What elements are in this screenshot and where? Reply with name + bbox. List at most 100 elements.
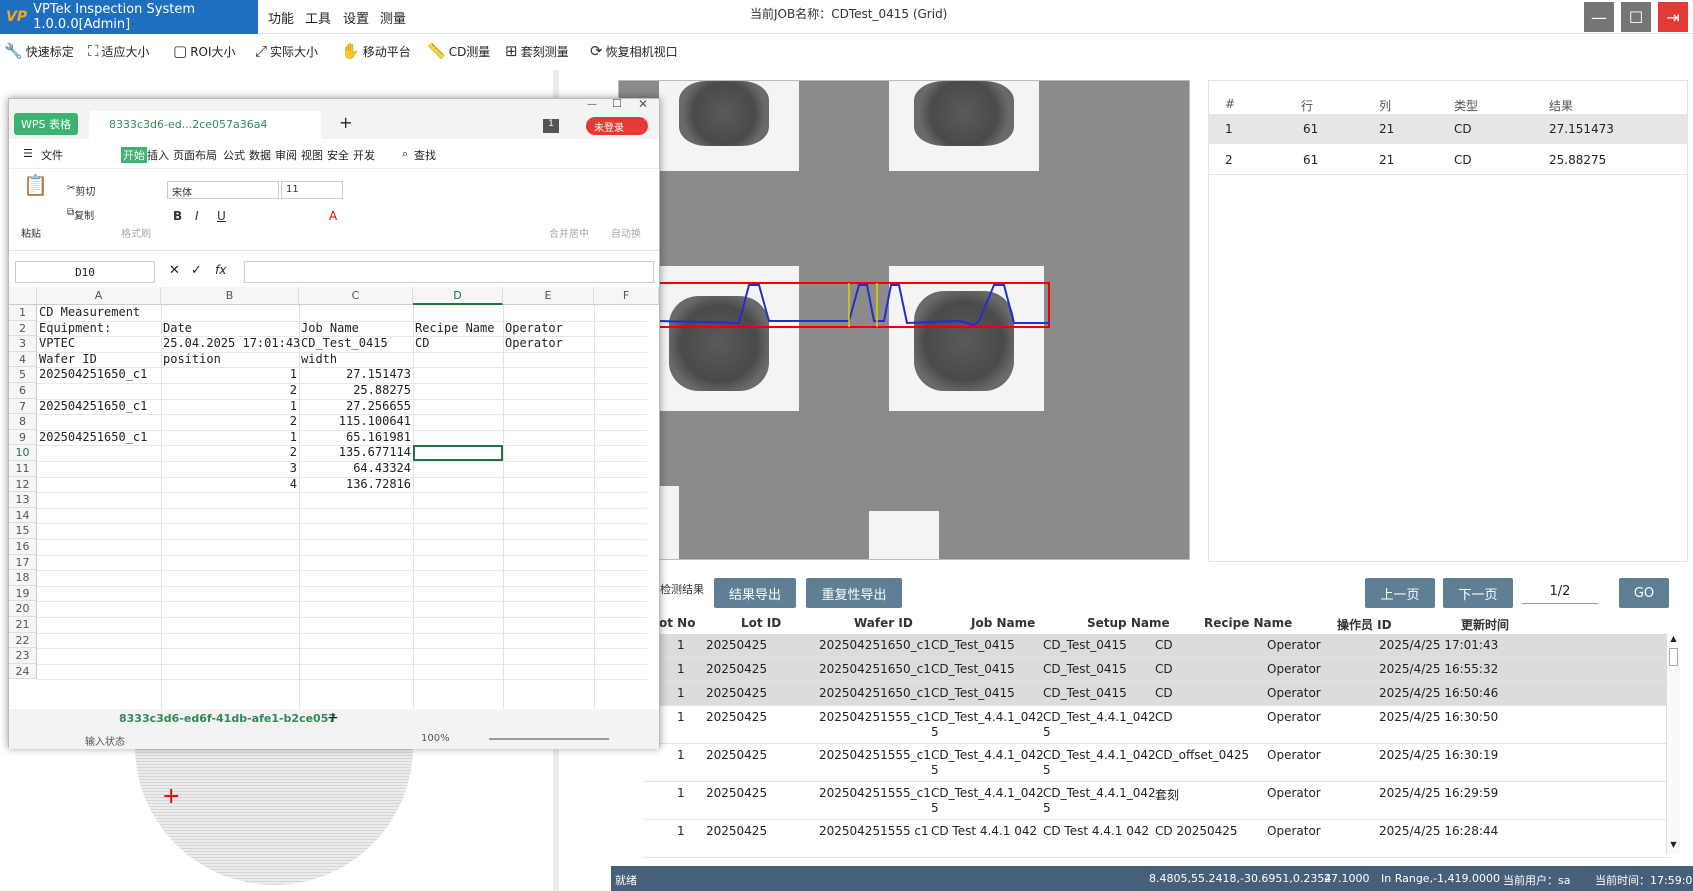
wps-spreadsheet-window[interactable]: WPS 表格 8333c3d6-ed...2ce057a36a4 + 1 未登录… <box>8 97 660 749</box>
row-header[interactable]: 10 <box>9 445 37 461</box>
italic-icon[interactable]: I <box>195 209 199 223</box>
paste-label[interactable]: 粘贴 <box>21 225 41 240</box>
cell[interactable]: 202504251650_c1 <box>37 399 149 415</box>
cell[interactable]: 2 <box>161 414 299 430</box>
search-label[interactable]: 查找 <box>414 147 436 163</box>
column-header[interactable]: B <box>161 287 299 305</box>
cell[interactable]: 136.72816 <box>299 477 413 493</box>
cell[interactable]: Job Name <box>299 321 361 337</box>
cell[interactable]: 27.151473 <box>299 367 413 383</box>
row-header[interactable]: 6 <box>9 383 37 399</box>
cell[interactable]: 4 <box>161 477 299 493</box>
cell[interactable]: 1 <box>161 430 299 446</box>
scroll-thumb[interactable] <box>1669 648 1678 666</box>
zoom-slider[interactable] <box>489 738 609 740</box>
menu-formula[interactable]: 公式 <box>223 147 245 163</box>
cell[interactable] <box>503 399 507 415</box>
zoom-level[interactable]: 100% <box>421 733 450 744</box>
go-button[interactable]: GO <box>1619 578 1669 608</box>
cell[interactable]: 2 <box>161 383 299 399</box>
cell[interactable] <box>503 477 507 493</box>
cell[interactable] <box>37 414 41 430</box>
actual-size-button[interactable]: ⤢ 实际大小 <box>255 42 318 60</box>
table-row[interactable]: 1 20250425 202504251555 c1 CD Test 4.4.1 04… <box>643 820 1670 858</box>
search-icon[interactable]: ⌕ <box>402 147 408 161</box>
cell[interactable] <box>503 352 507 368</box>
column-header[interactable]: F <box>594 287 659 305</box>
cd-measure-button[interactable]: 📏 CD测量 <box>427 42 490 60</box>
cell[interactable]: Operator <box>503 321 565 337</box>
menu-view[interactable]: 视图 <box>301 147 323 163</box>
cell[interactable]: 3 <box>161 461 299 477</box>
row-header[interactable]: 7 <box>9 398 37 415</box>
row-header[interactable]: 11 <box>9 461 37 477</box>
cell[interactable] <box>413 477 417 493</box>
cell[interactable]: 25.04.2025 17:01:43 <box>161 336 302 352</box>
copy-button[interactable]: ⧉ 复制 <box>67 207 94 222</box>
table-row[interactable]: 1 61 21 CD 27.151473 <box>1209 114 1687 144</box>
row-header[interactable]: 13 <box>9 492 37 508</box>
table-row[interactable]: 1 20250425 202504251650_c1 CD_Test_0415 CD_T… <box>643 682 1670 706</box>
font-select[interactable]: 宋体 <box>167 181 279 199</box>
row-header[interactable]: 3 <box>9 336 37 352</box>
row-header[interactable]: 22 <box>9 632 37 649</box>
paste-icon[interactable]: 📋 <box>23 173 48 197</box>
font-color-icon[interactable]: A <box>329 209 337 223</box>
camera-image[interactable] <box>618 80 1190 560</box>
row-header[interactable]: 24 <box>9 663 37 680</box>
cell[interactable] <box>503 305 507 321</box>
font-size-select[interactable]: 11 <box>281 181 343 199</box>
menu-review[interactable]: 审阅 <box>275 147 297 163</box>
wps-file-tab[interactable]: 8333c3d6-ed...2ce057a36a4 <box>89 111 321 139</box>
roi-size-button[interactable]: ▢ ROI大小 <box>173 42 236 60</box>
menu-insert[interactable]: 插入 <box>147 147 169 163</box>
spreadsheet-grid[interactable]: A B C D E F 1 CD Measurement 2 Equipment: Date Job … <box>9 287 659 709</box>
cell[interactable] <box>413 399 417 415</box>
cell[interactable] <box>413 430 417 446</box>
row-header[interactable]: 1 <box>9 305 37 321</box>
cell[interactable] <box>503 414 507 430</box>
cancel-icon[interactable]: ✕ <box>169 263 180 278</box>
selected-cell[interactable] <box>413 445 503 461</box>
menu-data[interactable]: 数据 <box>249 147 271 163</box>
row-header[interactable]: 4 <box>9 351 37 368</box>
menu-settings[interactable]: 设置 <box>343 8 369 27</box>
wrap-text-label[interactable]: 自动换 <box>611 225 641 240</box>
menu-file[interactable]: 文件 <box>41 147 63 163</box>
cell[interactable] <box>503 461 507 477</box>
format-painter-label[interactable]: 格式刷 <box>121 225 151 240</box>
table-row[interactable]: 1 20250425 202504251650_c1 CD_Test_0415 CD_T… <box>643 658 1670 682</box>
column-header[interactable]: E <box>503 287 594 305</box>
cell[interactable] <box>161 305 165 321</box>
row-header[interactable]: 16 <box>9 539 37 555</box>
cell[interactable]: 25.88275 <box>299 383 413 399</box>
row-header[interactable]: 8 <box>9 414 37 430</box>
row-header[interactable]: 15 <box>9 523 37 539</box>
cell[interactable]: 2 <box>161 445 299 461</box>
scroll-up-icon[interactable]: ▲ <box>1668 634 1679 646</box>
cell[interactable]: CD Measurement <box>37 305 142 321</box>
row-header[interactable]: 21 <box>9 617 37 633</box>
fit-size-button[interactable]: ⛶ 适应大小 <box>88 42 150 60</box>
table-row[interactable]: 2 61 21 CD 25.88275 <box>1209 145 1687 175</box>
cell[interactable]: CD <box>413 336 431 352</box>
row-header[interactable]: 5 <box>9 367 37 383</box>
wps-logo[interactable]: WPS 表格 <box>14 113 78 135</box>
cell[interactable] <box>37 461 41 477</box>
fx-icon[interactable]: fx <box>215 263 226 277</box>
cell[interactable]: 202504251650_c1 <box>37 430 149 446</box>
cell[interactable] <box>413 383 417 399</box>
table-row[interactable]: 1 20250425 202504251555_c1 CD_Test_4.4.1_04… <box>643 782 1670 820</box>
login-button[interactable]: 未登录 <box>586 117 648 135</box>
cell[interactable]: 135.677114 <box>299 445 413 461</box>
column-header[interactable]: D <box>413 287 503 305</box>
cell[interactable] <box>413 305 417 321</box>
next-page-button[interactable]: 下一页 <box>1443 578 1513 608</box>
export-results-button[interactable]: 结果导出 <box>714 578 796 608</box>
table-row[interactable]: 1 20250425 202504251555_c1 CD_Test_4.4.1_04… <box>643 706 1670 744</box>
cell[interactable] <box>413 367 417 383</box>
prev-page-button[interactable]: 上一页 <box>1365 578 1435 608</box>
row-header[interactable]: 23 <box>9 648 37 664</box>
row-header[interactable]: 20 <box>9 601 37 617</box>
cell[interactable]: VPTEC <box>37 336 77 352</box>
